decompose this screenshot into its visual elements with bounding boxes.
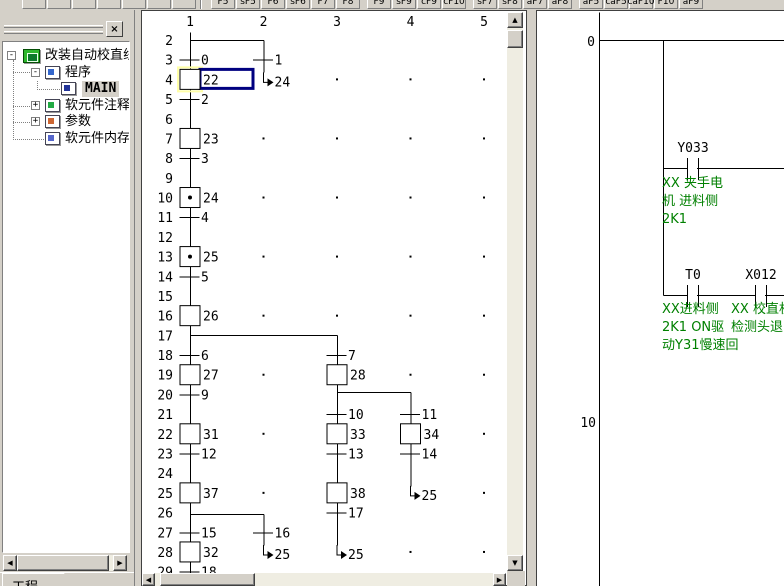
- sfc-vscroll-thumb[interactable]: [507, 30, 523, 48]
- toolbar-button-f7[interactable]: F7: [311, 0, 335, 9]
- toolbar-button-caf5[interactable]: caF5: [604, 0, 628, 9]
- tree-item-label: MAIN: [82, 81, 119, 97]
- toolbar-group-3: sF7sF8aF7aF8: [473, 0, 573, 9]
- toolbar-group-4: aF5caF5caF10F10aF9: [579, 0, 704, 9]
- arrow-right-icon: ▶: [497, 576, 502, 584]
- toolbar-button[interactable]: [72, 0, 96, 9]
- sfc-editor[interactable]: [141, 10, 527, 586]
- tree-hscroll-thumb[interactable]: [17, 555, 109, 571]
- tree-item-label: 程序: [65, 65, 91, 81]
- tree-item-program-folder[interactable]: - 程序: [3, 65, 129, 81]
- tree-item-device-memory[interactable]: 软元件内存: [3, 131, 129, 147]
- toolbar-button[interactable]: [147, 0, 171, 9]
- tree-hscroll-right-button[interactable]: ▶: [113, 555, 127, 571]
- tree-item-parameter[interactable]: + 参数: [3, 114, 129, 130]
- program-folder-icon: [45, 66, 60, 79]
- toolbar-button[interactable]: [47, 0, 71, 9]
- toolbar-button-cf10[interactable]: cF10: [442, 0, 466, 9]
- sfc-hscroll-thumb[interactable]: [160, 573, 255, 586]
- arrow-left-icon: ◀: [7, 559, 12, 567]
- toolbar-button-caf10[interactable]: caF10: [629, 0, 653, 9]
- toolbar-button-f8[interactable]: F8: [336, 0, 360, 9]
- project-panel: × -改装自动校直线-程序MAIN+软元件注释+参数软元件内存 ◀ ▶ 工程: [0, 10, 135, 586]
- toolbar-separator: [200, 0, 202, 9]
- toolbar-button-f5[interactable]: F5: [211, 0, 235, 9]
- toolbar-button-cf9[interactable]: cF9: [417, 0, 441, 9]
- toolbar-button-af5[interactable]: aF5: [579, 0, 603, 9]
- tree-toggle-project[interactable]: -: [7, 51, 16, 60]
- toolbar-button[interactable]: [172, 0, 196, 9]
- toolbar-button[interactable]: [97, 0, 121, 9]
- toolbar-row: F5sF5F6sF6F7F8F9sF9cF9cF10sF7sF8aF7aF8aF…: [22, 0, 704, 9]
- tree-item-label: 参数: [65, 114, 91, 130]
- parameter-icon: [45, 115, 60, 128]
- arrow-left-icon: ◀: [146, 576, 151, 584]
- toolbar-button[interactable]: [22, 0, 46, 9]
- toolbar-button[interactable]: [122, 0, 146, 9]
- tree-item-label: 软元件内存: [65, 131, 130, 147]
- toolbar-group-1: F5sF5F6sF6F7F8: [211, 0, 361, 9]
- tree-toggle-device-comment[interactable]: +: [31, 101, 40, 110]
- toolbar-button-af7[interactable]: aF7: [523, 0, 547, 9]
- sfc-vscroll-up-button[interactable]: ▲: [507, 12, 523, 28]
- tree-item-label: 改装自动校直线: [45, 48, 130, 64]
- sfc-vscroll-track[interactable]: [507, 28, 523, 555]
- device-memory-icon: [45, 132, 60, 145]
- toolbar-button-af9[interactable]: aF9: [679, 0, 703, 9]
- tree-item-label: 软元件注释: [65, 98, 130, 114]
- toolbar-button-sf7[interactable]: sF7: [473, 0, 497, 9]
- arrow-up-icon: ▲: [512, 16, 517, 24]
- toolbar-button-sf9[interactable]: sF9: [392, 0, 416, 9]
- tab-project[interactable]: 工程: [2, 573, 78, 586]
- arrow-right-icon: ▶: [117, 559, 122, 567]
- toolbar-button-f6[interactable]: F6: [261, 0, 285, 9]
- tree-toggle-parameter[interactable]: +: [31, 117, 40, 126]
- tree-item-project[interactable]: - 改装自动校直线: [3, 48, 129, 64]
- sfc-hscroll-right-button[interactable]: ▶: [493, 573, 506, 586]
- ladder-editor[interactable]: [536, 10, 784, 586]
- toolbar-button-sf6[interactable]: sF6: [286, 0, 310, 9]
- toolbar-button-sf5[interactable]: sF5: [236, 0, 260, 9]
- close-panel-button[interactable]: ×: [106, 21, 123, 37]
- tree-item-device-comment[interactable]: + 软元件注释: [3, 98, 129, 114]
- tab-project-label: 工程: [12, 580, 38, 586]
- panel-grip[interactable]: [4, 31, 103, 34]
- program-icon: [61, 82, 76, 95]
- toolbar-button-f9[interactable]: F9: [367, 0, 391, 9]
- arrow-down-icon: ▼: [512, 559, 517, 567]
- device-comment-icon: [45, 99, 60, 112]
- sfc-vscroll-down-button[interactable]: ▼: [507, 555, 523, 571]
- project-icon: [23, 49, 40, 63]
- project-tree: -改装自动校直线-程序MAIN+软元件注释+参数软元件内存: [2, 41, 130, 553]
- tree-toggle-program-folder[interactable]: -: [31, 68, 40, 77]
- panel-grip[interactable]: [4, 25, 103, 28]
- toolbar-group-2: F9sF9cF9cF10: [367, 0, 467, 9]
- sfc-hscroll-left-button[interactable]: ◀: [142, 573, 155, 586]
- main-toolbar: F5sF5F6sF6F7F8F9sF9cF9cF10sF7sF8aF7aF8aF…: [0, 0, 784, 10]
- toolbar-button-af8[interactable]: aF8: [548, 0, 572, 9]
- tree-hscroll-left-button[interactable]: ◀: [3, 555, 17, 571]
- toolbar-button-sf8[interactable]: sF8: [498, 0, 522, 9]
- scrollbar-corner: [507, 571, 525, 586]
- tree-item-main[interactable]: MAIN: [3, 81, 129, 97]
- toolbar-button-f10[interactable]: F10: [654, 0, 678, 9]
